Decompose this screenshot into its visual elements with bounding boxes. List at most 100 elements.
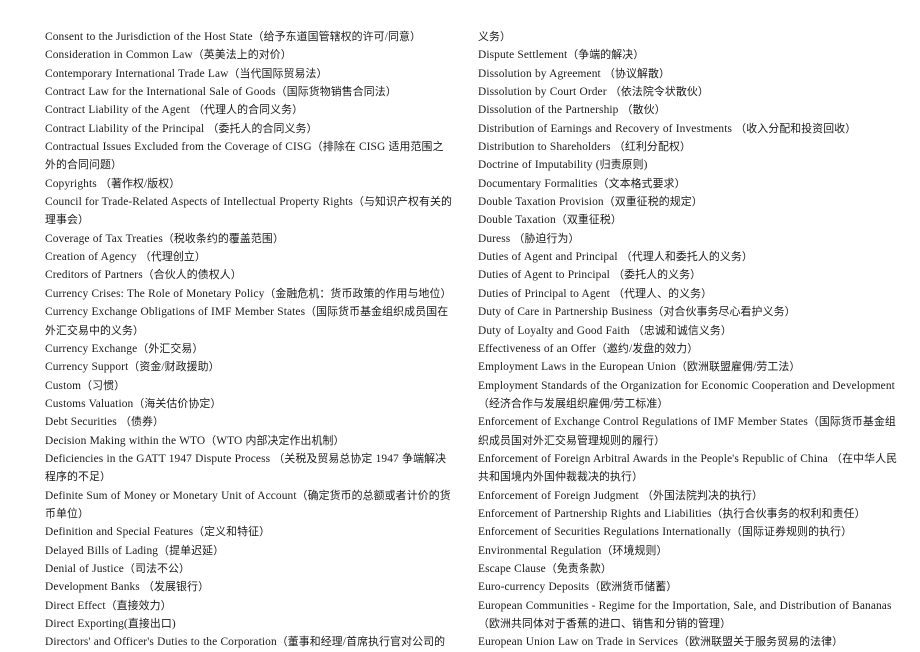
glossary-entry-chinese: （欧洲货币储蓄）: [589, 580, 678, 594]
glossary-entry-english: Decision Making within the WTO: [45, 434, 206, 447]
glossary-entry: Development Banks （发展银行）: [45, 578, 453, 596]
glossary-entry-english: Consideration in Common Law: [45, 49, 193, 62]
glossary-entry: European Union Law on Trade in Services（…: [478, 633, 901, 651]
glossary-entry-english: Definition and Special Features: [45, 526, 194, 539]
glossary-entry-chinese: （外汇交易）: [137, 341, 204, 355]
glossary-entry-chinese: （债券）: [120, 415, 165, 429]
glossary-entry: Dispute Settlement（争端的解决）: [478, 46, 901, 64]
glossary-entry-english: Doctrine of Imputability (: [478, 159, 600, 172]
glossary-entry-chinese: （税收条约的覆盖范围）: [162, 231, 284, 245]
glossary-entry: Doctrine of Imputability (归责原则): [478, 156, 901, 174]
glossary-entry: Euro-currency Deposits（欧洲货币储蓄）: [478, 578, 901, 596]
glossary-entry-english: Currency Crises: The Role of Monetary Po…: [45, 287, 265, 300]
glossary-entry-english: Dissolution by Court Order: [478, 86, 610, 99]
glossary-entry-english: Enforcement of Exchange Control Regulati…: [478, 416, 808, 429]
glossary-entry-chinese: （文本格式要求）: [597, 176, 686, 190]
glossary-entry: Creation of Agency （代理创立）: [45, 248, 453, 266]
glossary-entry-english: Enforcement of Foreign Arbitral Awards i…: [478, 452, 832, 465]
glossary-entry-english: Customs Valuation: [45, 397, 134, 410]
glossary-entry-english: Contract Law for the International Sale …: [45, 86, 276, 99]
glossary-entry: Definite Sum of Money or Monetary Unit o…: [45, 487, 453, 524]
glossary-entry-english: Environmental Regulation: [478, 544, 602, 557]
glossary-entry: Currency Exchange Obligations of IMF Mem…: [45, 303, 453, 340]
glossary-entry-chinese: 归责原则: [599, 158, 644, 172]
glossary-entry-english: Distribution of Earnings and Recovery of…: [478, 122, 736, 135]
glossary-entry: Consent to the Jurisdiction of the Host …: [45, 28, 453, 46]
glossary-entry: Coverage of Tax Treaties（税收条约的覆盖范围）: [45, 230, 453, 248]
glossary-entry-chinese: （英美法上的对价）: [192, 48, 292, 62]
glossary-entry-chinese: （红利分配权）: [613, 140, 691, 154]
glossary-entry: Enforcement of Foreign Arbitral Awards i…: [478, 450, 901, 487]
glossary-entry-chinese: （委托人的合同义务）: [207, 121, 318, 135]
glossary-entry: Currency Crises: The Role of Monetary Po…: [45, 285, 453, 303]
glossary-entry: Denial of Justice（司法不公）: [45, 560, 453, 578]
glossary-entry-chinese: （忠诚和诚信义务）: [632, 323, 732, 337]
glossary-entry: Directors' and Officer's Duties to the C…: [45, 633, 453, 651]
glossary-entry-chinese: （: [205, 433, 217, 447]
glossary-entry: Duties of Agent and Principal （代理人和委托人的义…: [478, 248, 901, 266]
glossary-entry-english: Contract Liability of the Principal: [45, 122, 208, 135]
glossary-entry-chinese: （散伙）: [621, 103, 666, 117]
glossary-entry-chinese: （海关估价协定）: [133, 396, 222, 410]
glossary-entry: Escape Clause（免责条款）: [478, 560, 901, 578]
glossary-entry-english: Enforcement of Partnership Rights and Li…: [478, 507, 712, 520]
glossary-entry: Employment Standards of the Organization…: [478, 377, 901, 414]
glossary-entry: Dissolution by Agreement （协议解散）: [478, 65, 901, 83]
glossary-entry-chinese: （司法不公）: [123, 561, 190, 575]
glossary-entry: Direct Exporting(直接出口): [45, 615, 453, 633]
glossary-entry: Effectiveness of an Offer（邀约/发盘的效力）: [478, 340, 901, 358]
glossary-entry-chinese: （排除在: [311, 140, 356, 154]
glossary-entry-english: Development Banks: [45, 581, 144, 594]
glossary-entry: Dissolution of the Partnership （散伙）: [478, 101, 901, 119]
glossary-entry-english: Euro-currency Deposits: [478, 581, 590, 594]
glossary-entry-english: Deficiencies in the GATT 1947 Dispute Pr…: [45, 452, 274, 465]
glossary-entry-chinese: （经济合作与发展组织雇佣: [478, 396, 611, 410]
glossary-entry-chinese: （定义和特征）: [193, 525, 271, 539]
glossary-entry: Currency Exchange（外汇交易）: [45, 340, 453, 358]
glossary-entry-chinese: （给予东道国管辖权的许可: [252, 30, 385, 43]
glossary-entry-chinese: 直接出口: [127, 617, 172, 630]
glossary-entry: Creditors of Partners（合伙人的债权人）: [45, 266, 453, 284]
glossary-entry: Currency Support（资金/财政援助）: [45, 358, 453, 376]
glossary-entry-english: Currency Exchange Obligations of IMF Mem…: [45, 306, 306, 319]
glossary-entry: Copyrights （著作权/版权）: [45, 175, 453, 193]
glossary-entry: Customs Valuation（海关估价协定）: [45, 395, 453, 413]
glossary-entry-english: Debt Securities: [45, 416, 121, 429]
glossary-entry: Enforcement of Foreign Judgment （外国法院判决的…: [478, 487, 901, 505]
glossary-entry-english: Contractual Issues Excluded from the Cov…: [45, 141, 312, 154]
glossary-entry-english: Directors' and Officer's Duties to the C…: [45, 636, 277, 649]
glossary-entry-english: Dissolution by Agreement: [478, 67, 604, 80]
glossary-entry-english: Consent to the Jurisdiction of the Host …: [45, 31, 253, 43]
glossary-entry: Enforcement of Partnership Rights and Li…: [478, 505, 901, 523]
glossary-entry: European Communities - Regime for the Im…: [478, 597, 901, 634]
glossary-entry-chinese: 发盘的效力）: [632, 341, 699, 355]
glossary-entry-english: Duties of Agent and Principal: [478, 251, 621, 264]
glossary-entry-chinese: 内部决定作出机制）: [245, 433, 345, 447]
glossary-entry: Duty of Loyalty and Good Faith （忠诚和诚信义务）: [478, 322, 901, 340]
glossary-entry: Duty of Care in Partnership Business（对合伙…: [478, 303, 901, 321]
glossary-entry-chinese: （胁迫行为）: [513, 231, 580, 245]
glossary-entry-english: Duty of Loyalty and Good Faith: [478, 324, 633, 337]
glossary-entry-english: Currency Support: [45, 361, 129, 374]
glossary-entry-english: Direct Exporting(: [45, 618, 128, 630]
glossary-entry-chinese: （发展银行）: [143, 580, 210, 594]
glossary-entry-chinese: （双重征税）: [555, 213, 622, 227]
glossary-entry-chinese: （外国法院判决的执行）: [642, 488, 764, 502]
glossary-entry-english: 1947: [372, 452, 403, 465]
glossary-entry-chinese: （执行合伙事务的权利和责任）: [711, 506, 866, 520]
glossary-entry-chinese: （代理人和委托人的义务）: [620, 250, 753, 264]
glossary-entry-chinese: （邀约: [595, 341, 629, 355]
glossary-column-left: Consent to the Jurisdiction of the Host …: [45, 28, 463, 652]
glossary-entry-english: Duties of Agent to Principal: [478, 269, 614, 282]
glossary-entry-english: Escape Clause: [478, 562, 546, 575]
glossary-entry-english: Duties of Principal to Agent: [478, 287, 614, 300]
glossary-entry-chinese: 财政援助）: [164, 360, 220, 374]
glossary-entry-chinese: 义务）: [478, 30, 512, 43]
glossary-entry-chinese: （协议解散）: [603, 66, 671, 80]
glossary-entry: Duties of Principal to Agent （代理人、的义务）: [478, 285, 901, 303]
glossary-entry-english: Currency Exchange: [45, 342, 138, 355]
glossary-entry-chinese: （免责条款）: [545, 561, 612, 575]
glossary-entry-english: Dispute Settlement: [478, 49, 568, 62]
glossary-entry-chinese: （双重征税的规定）: [603, 195, 703, 209]
glossary-entry: Contract Law for the International Sale …: [45, 83, 453, 101]
